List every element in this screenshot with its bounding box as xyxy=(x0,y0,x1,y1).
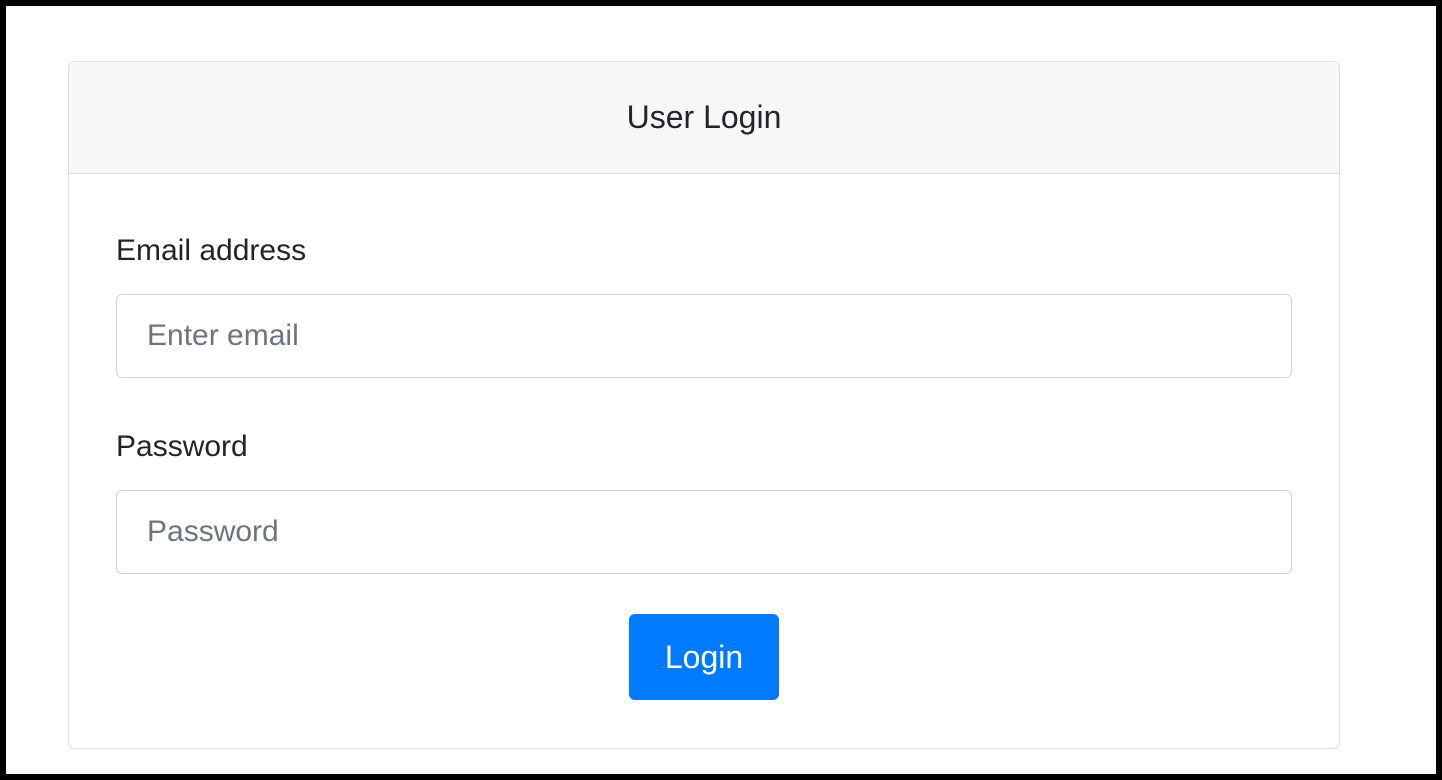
card-header: User Login xyxy=(69,62,1339,174)
email-input[interactable] xyxy=(116,294,1292,378)
password-label: Password xyxy=(116,430,248,463)
card-body: Email address Password Login xyxy=(69,174,1339,748)
login-button[interactable]: Login xyxy=(629,614,779,700)
page: User Login Email address Password Login xyxy=(6,6,1436,774)
login-card: User Login Email address Password Login xyxy=(68,61,1340,749)
email-label: Email address xyxy=(116,234,307,267)
card-title: User Login xyxy=(626,99,782,135)
password-input[interactable] xyxy=(116,490,1292,574)
